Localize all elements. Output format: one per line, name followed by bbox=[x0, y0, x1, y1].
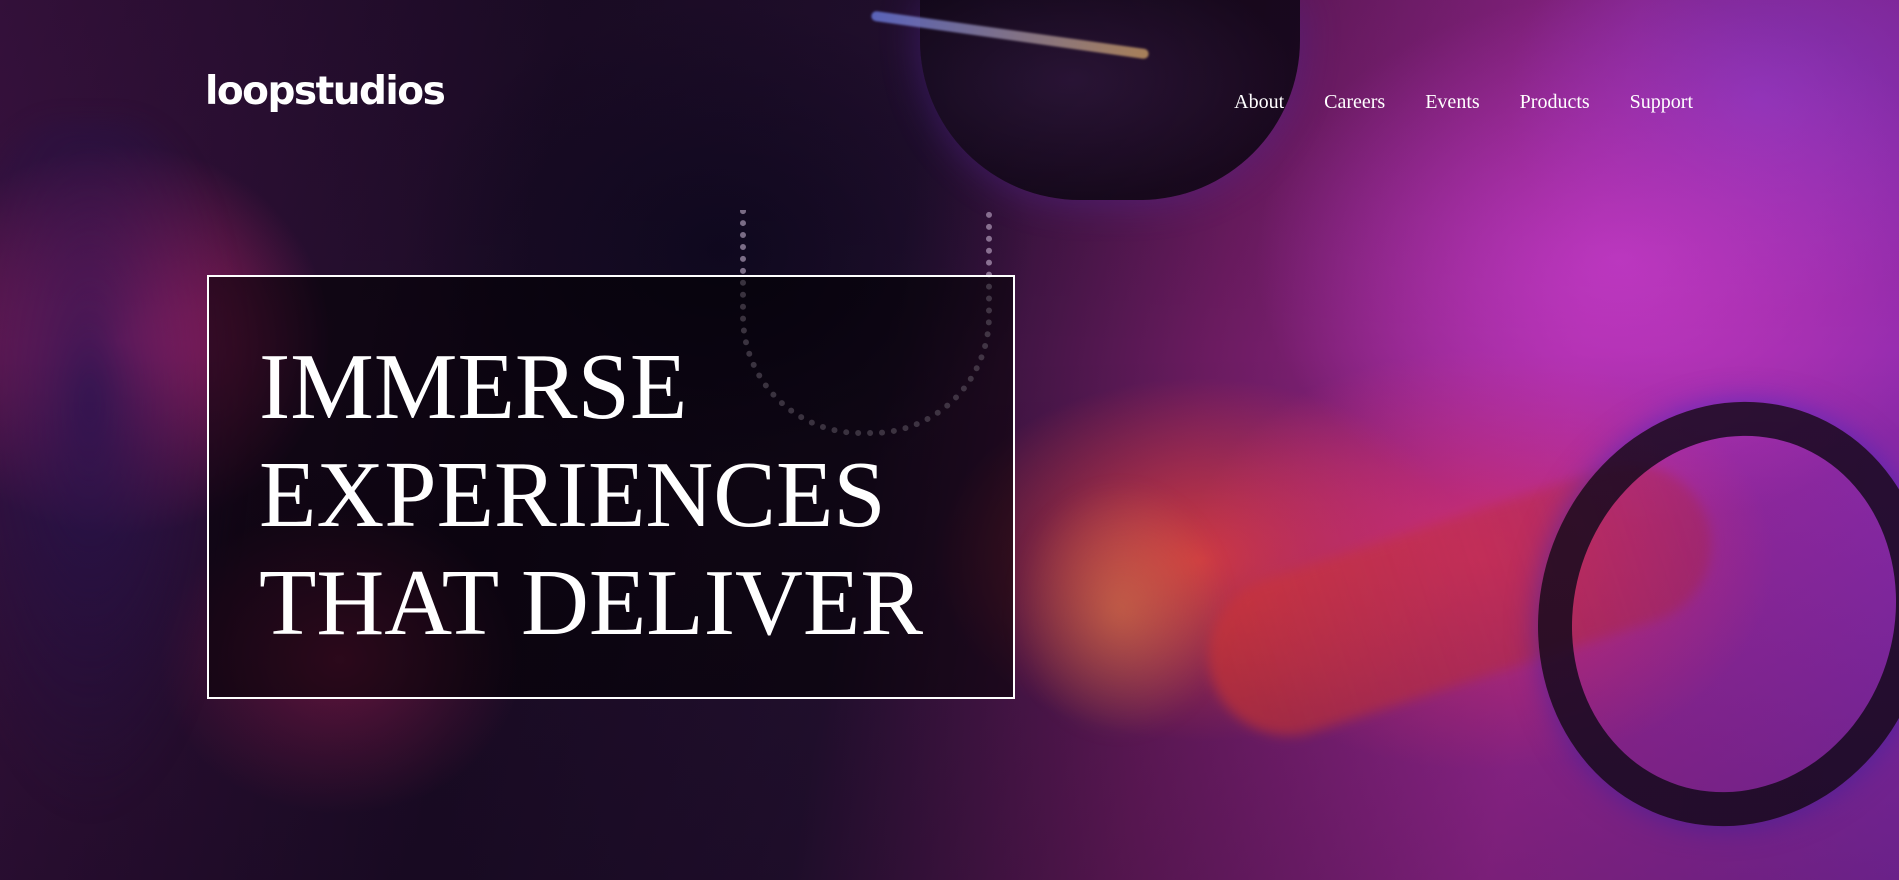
hero-headline-box: IMMERSE EXPERIENCES THAT DELIVER bbox=[207, 275, 1015, 699]
headline-line: THAT DELIVER bbox=[259, 551, 924, 655]
hero-headline: IMMERSE EXPERIENCES THAT DELIVER bbox=[259, 333, 923, 657]
nav-link-events[interactable]: Events bbox=[1425, 90, 1479, 114]
nav-link-support[interactable]: Support bbox=[1630, 90, 1693, 114]
headline-line: EXPERIENCES bbox=[259, 443, 886, 547]
nav-link-careers[interactable]: Careers bbox=[1324, 90, 1385, 114]
nav-link-about[interactable]: About bbox=[1234, 90, 1284, 114]
brand-logo[interactable]: loopstudios bbox=[205, 72, 446, 111]
site-header: loopstudios About Careers Events Product… bbox=[0, 0, 1899, 200]
main-navigation: About Careers Events Products Support bbox=[1234, 90, 1693, 114]
headline-line: IMMERSE bbox=[259, 335, 688, 439]
nav-link-products[interactable]: Products bbox=[1520, 90, 1590, 114]
